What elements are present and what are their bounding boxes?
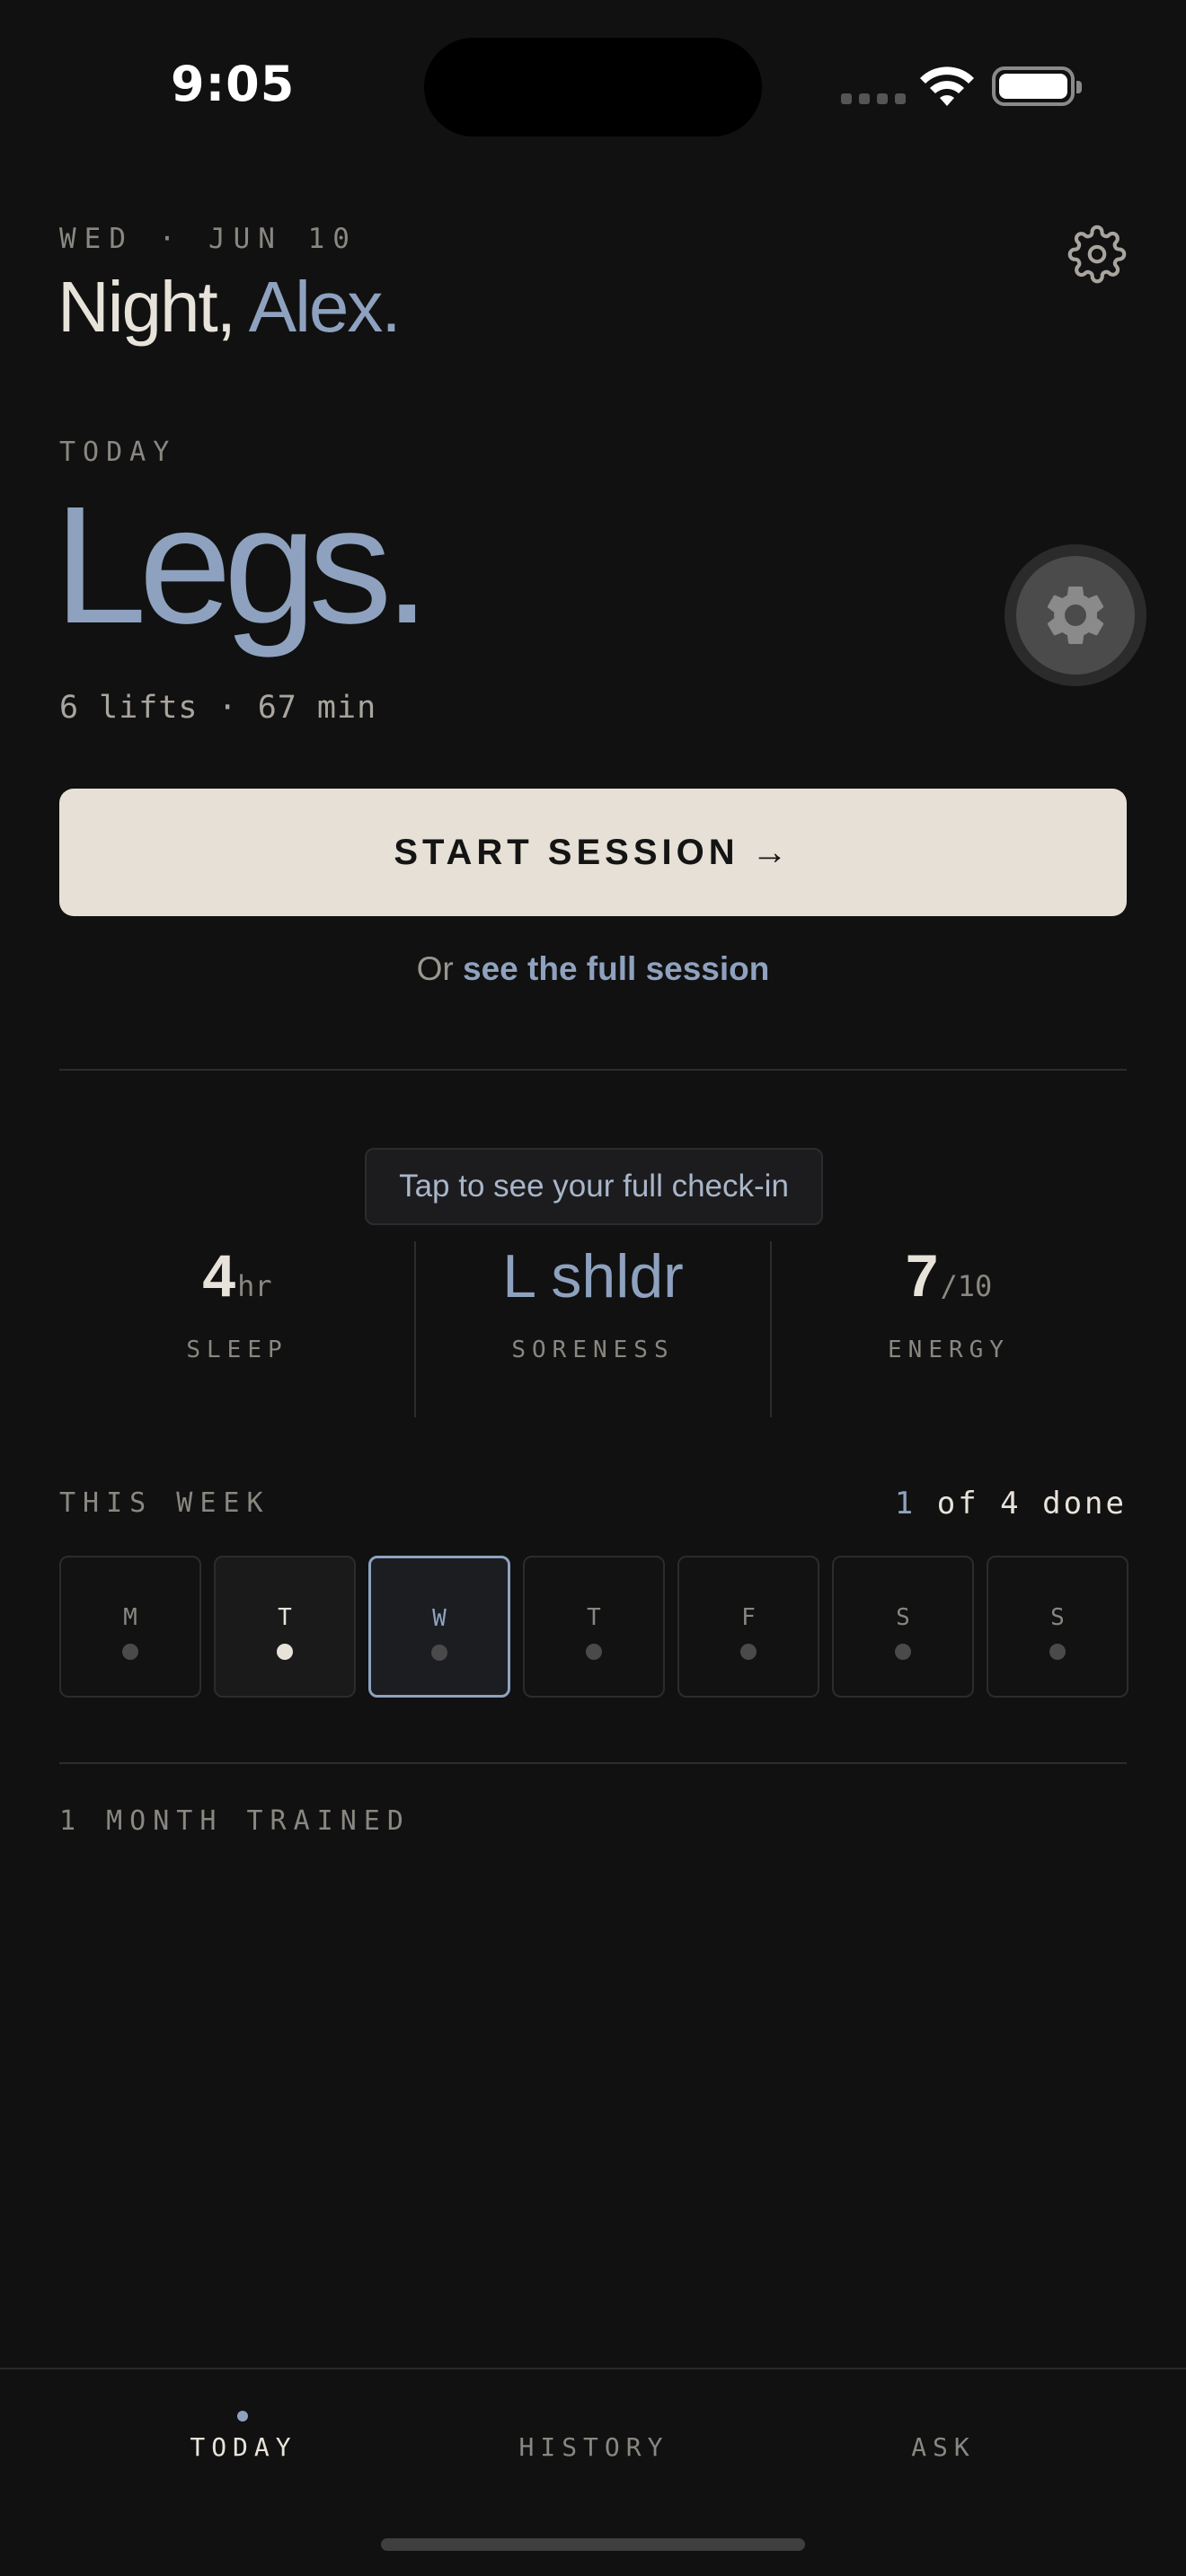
tab-today[interactable]: TODAY [176,2432,311,2462]
energy-unit: /10 [940,1269,993,1303]
day-status-dot [431,1645,447,1661]
sleep-unit: hr [237,1269,272,1303]
day-status-dot [277,1644,293,1660]
week-progress: 1 of 4 done [895,1486,1127,1522]
gear-icon[interactable] [1067,225,1127,284]
wifi-icon [920,66,974,106]
home-indicator [381,2538,805,2551]
day-cell-thu[interactable]: T [523,1556,665,1698]
energy-metric[interactable]: 7 /10 ENERGY [771,1241,1127,1363]
day-status-dot [122,1644,138,1660]
full-session-prefix: Or [416,950,454,987]
soreness-label: SORENESS [511,1337,675,1363]
sleep-value: 4 [202,1242,236,1309]
status-time: 9:05 [171,56,296,112]
sleep-label: SLEEP [186,1337,288,1363]
battery-icon [992,66,1082,106]
day-status-dot [740,1644,757,1660]
workout-meta: 6 lifts · 67 min [59,690,377,726]
today-label: TODAY [59,437,177,468]
week-done-suffix: of 4 done [936,1486,1127,1522]
active-tab-indicator [237,2411,248,2422]
week-done-count: 1 [894,1486,916,1522]
tab-history[interactable]: HISTORY [509,2432,679,2462]
day-status-dot [586,1644,602,1660]
see-full-session-link[interactable]: see the full session [463,950,769,987]
gear-icon [1047,586,1104,644]
divider [59,1762,1127,1764]
week-day-strip: M T W T F S S [59,1556,1128,1698]
soreness-value: L shldr [502,1242,684,1310]
day-letter: W [432,1605,447,1632]
day-status-dot [895,1644,911,1660]
day-cell-wed[interactable]: W [368,1556,510,1698]
greeting-prefix: Night, [58,267,236,347]
day-cell-mon[interactable]: M [59,1556,201,1698]
arrow-right-icon: → [751,832,792,872]
day-cell-sun[interactable]: S [987,1556,1128,1698]
app-screen: 9:05 WED · JUN 10 Night, Alex. TODAY Leg… [0,0,1186,2576]
day-letter: S [896,1604,910,1631]
day-cell-tue[interactable]: T [214,1556,356,1698]
floating-settings-button[interactable] [1005,544,1146,686]
dynamic-island [424,38,762,137]
day-letter: S [1050,1604,1065,1631]
tab-ask[interactable]: ASK [902,2432,985,2462]
energy-value: 7 [905,1242,939,1309]
full-session-line: Or see the full session [0,950,1186,988]
soreness-metric[interactable]: L shldr SORENESS [415,1241,771,1363]
day-letter: M [123,1604,137,1631]
day-cell-sat[interactable]: S [832,1556,974,1698]
greeting-name: Alex. [248,267,402,347]
divider [59,1069,1127,1071]
sleep-metric[interactable]: 4 hr SLEEP [59,1241,415,1363]
checkin-tooltip[interactable]: Tap to see your full check-in [365,1148,823,1225]
start-session-label: START SESSION [394,832,739,872]
date-label: WED · JUN 10 [59,223,358,255]
month-trained-label: 1 MONTH TRAINED [59,1805,411,1837]
greeting: Night, Alex. [58,266,402,348]
day-status-dot [1049,1644,1066,1660]
day-letter: F [741,1604,756,1631]
day-letter: T [278,1604,292,1631]
day-cell-fri[interactable]: F [677,1556,819,1698]
workout-title: Legs. [54,472,430,658]
start-session-button[interactable]: START SESSION → [59,789,1127,916]
day-letter: T [587,1604,601,1631]
cellular-signal-icon [841,93,906,104]
this-week-label: THIS WEEK [59,1487,270,1519]
energy-label: ENERGY [888,1337,1010,1363]
